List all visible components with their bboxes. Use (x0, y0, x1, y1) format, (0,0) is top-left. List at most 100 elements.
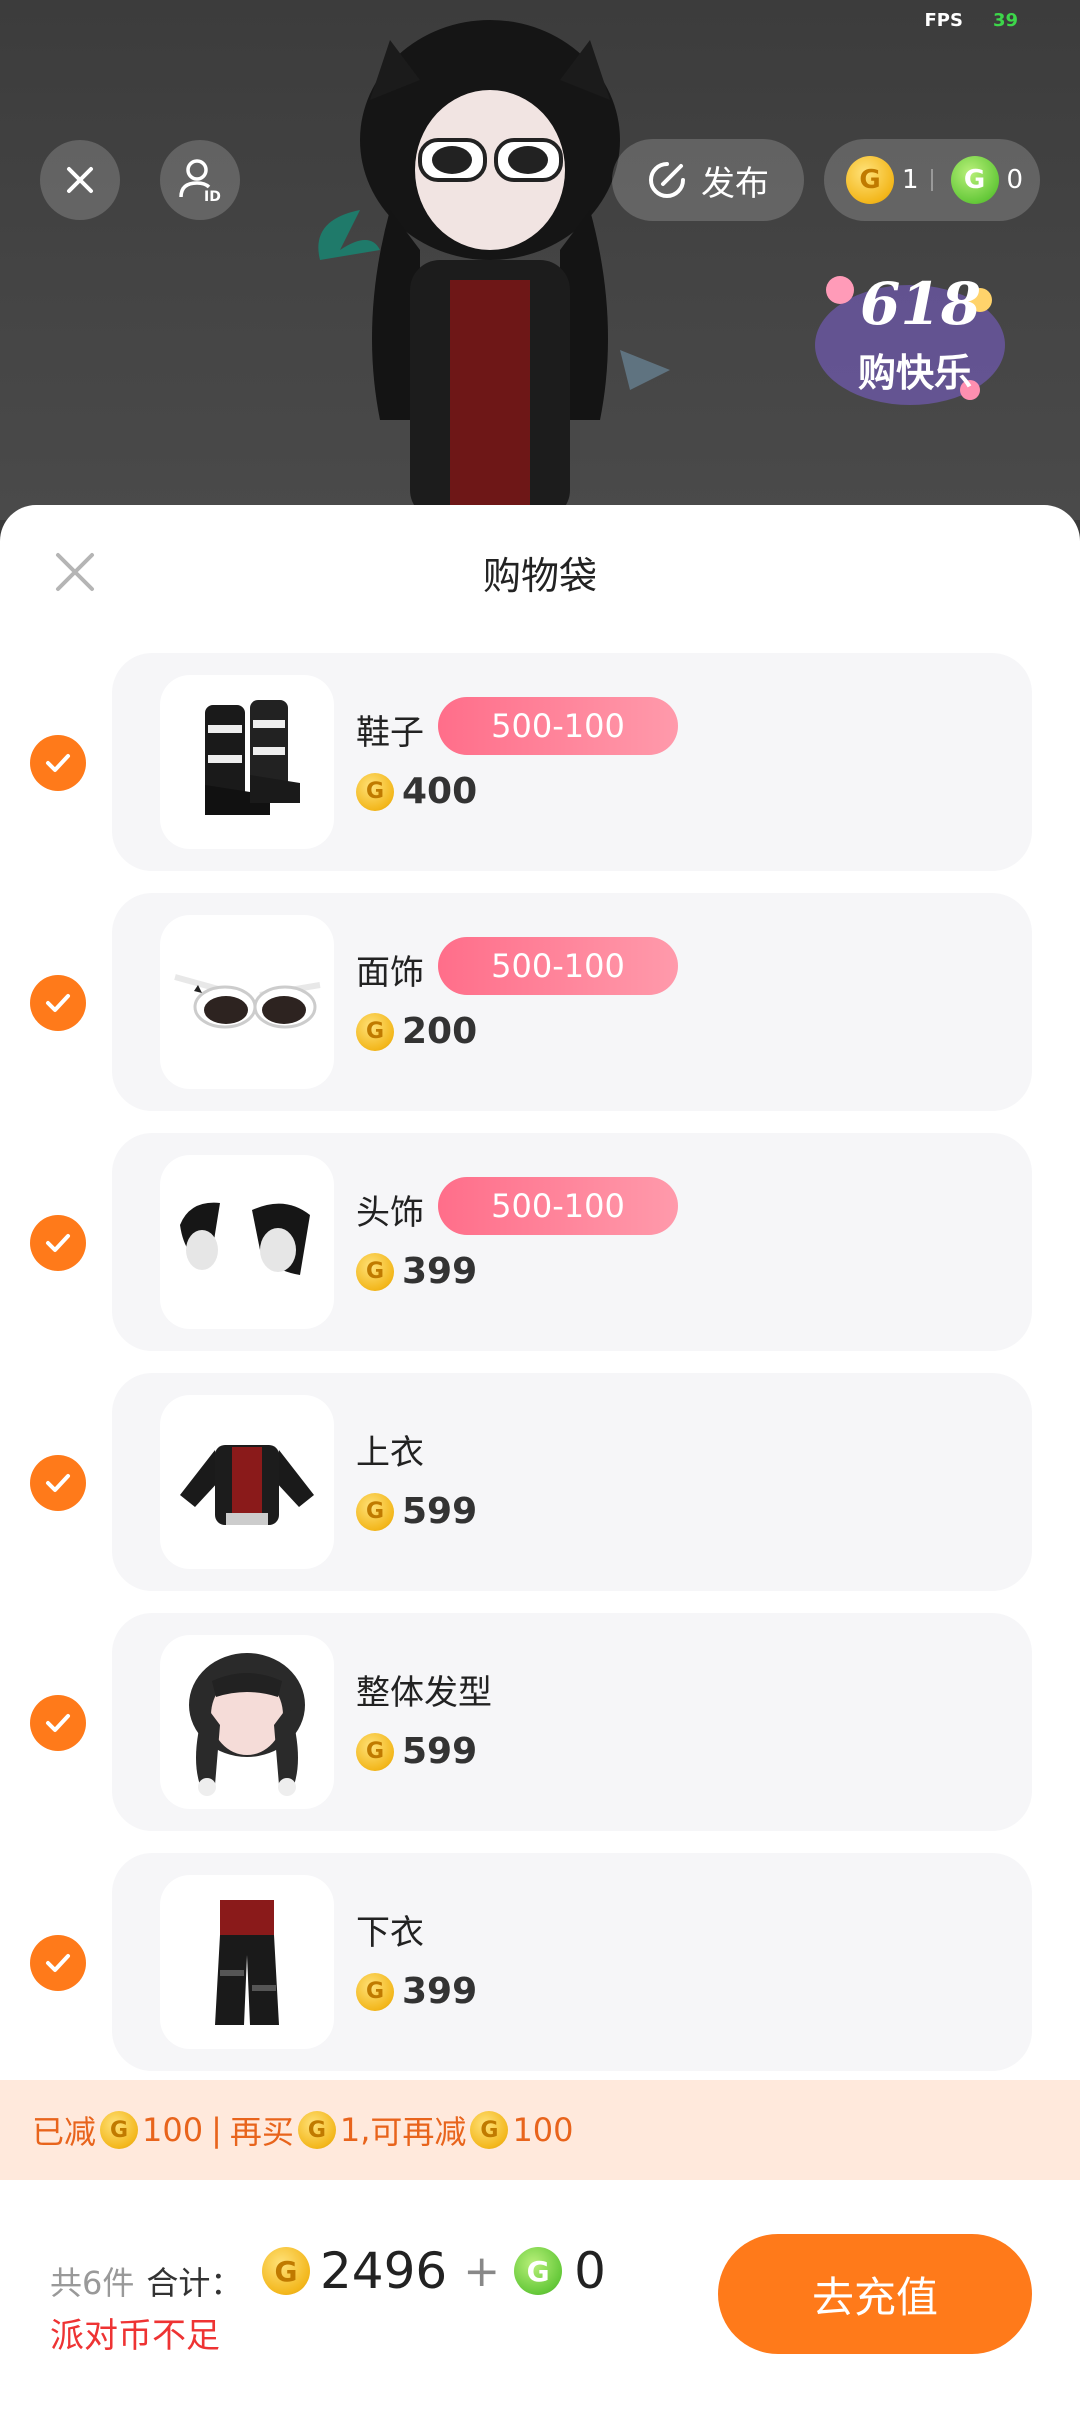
checkout-footer: 共6件 合计： G 2496 + G 0 派对币不足 去充值 (0, 2180, 1080, 2412)
price-value: 599 (402, 1731, 478, 1772)
gold-coin-icon: G (100, 2111, 139, 2149)
total-label: 合计： (146, 2264, 243, 2302)
item-card[interactable]: 鞋子 500-100 G 400 (112, 653, 1032, 871)
avatar-figure-image (318, 20, 670, 520)
item-price: G 399 (356, 1971, 477, 2012)
item-thumbnail (160, 1875, 334, 2049)
avatar-preview-area: FPS 39 ID 发布 G 1 G 0 618 购快乐 (0, 0, 1080, 520)
discount-tag: 500-100 (438, 1177, 678, 1235)
gold-coin-icon: G (470, 2111, 509, 2149)
can-reduce-label: 可再减 (370, 2113, 467, 2151)
item-name: 面饰 (356, 953, 424, 993)
item-name: 鞋子 (356, 713, 424, 753)
fps-counter: FPS 39 (924, 10, 1018, 31)
price-value: 399 (402, 1251, 478, 1292)
promo-618-banner[interactable]: 618 购快乐 (800, 250, 1020, 420)
gold-coin-icon: G (356, 1972, 394, 2011)
item-thumbnail (160, 1155, 334, 1329)
sunglasses-icon (174, 974, 321, 1029)
item-thumbnail (160, 1635, 334, 1809)
item-checkbox[interactable] (30, 1695, 86, 1751)
insufficient-balance-warning: 派对币不足 (50, 2316, 220, 2356)
item-count: 共6件 (50, 2264, 135, 2302)
gold-coin-count: 1 (902, 165, 919, 195)
item-thumbnail (160, 1395, 334, 1569)
fps-label: FPS (924, 10, 963, 31)
cart-item[interactable]: 头饰 500-100 G 399 (0, 1133, 1080, 1351)
item-checkbox[interactable] (30, 975, 86, 1031)
reduced-amount: 100 (142, 2111, 204, 2149)
item-price: G 599 (356, 1731, 477, 1772)
price-value: 400 (402, 771, 478, 812)
ear-muffs-icon (180, 1202, 310, 1275)
item-count-line: 共6件 合计： (50, 2258, 264, 2304)
green-coin-icon: G (514, 2247, 563, 2295)
close-button[interactable] (40, 140, 120, 220)
item-card[interactable]: 下衣 G 399 (112, 1853, 1032, 2071)
separator: | (211, 2111, 222, 2149)
green-coin-total: 0 (574, 2242, 606, 2300)
item-card[interactable]: 面饰 500-100 G 200 (112, 893, 1032, 1111)
item-price: G 400 (356, 771, 477, 812)
item-name: 整体发型 (356, 1673, 492, 1713)
cart-item[interactable]: 下衣 G 399 (0, 1853, 1080, 2071)
green-coin-count: 0 (1006, 165, 1024, 195)
gold-coin-icon: G (356, 772, 394, 811)
discount-tag: 500-100 (438, 937, 678, 995)
item-checkbox[interactable] (30, 1935, 86, 1991)
currency-balance[interactable]: G 1 G 0 (824, 139, 1040, 221)
cart-item[interactable]: 面饰 500-100 G 200 (0, 893, 1080, 1111)
gold-coin-icon: G (262, 2247, 310, 2295)
item-name: 头饰 (356, 1193, 424, 1233)
cart-item[interactable]: 上衣 G 599 (0, 1373, 1080, 1591)
item-thumbnail (160, 915, 334, 1089)
coin-divider (930, 169, 933, 191)
gold-coin-icon: G (846, 156, 894, 204)
item-card[interactable]: 上衣 G 599 (112, 1373, 1032, 1591)
close-icon (67, 167, 93, 193)
check-icon (46, 1474, 70, 1492)
fps-value: 39 (992, 10, 1018, 31)
jacket-icon (180, 1445, 314, 1525)
cart-item[interactable]: 鞋子 500-100 G 400 (0, 653, 1080, 871)
user-id-button[interactable]: ID (160, 140, 240, 220)
cart-item[interactable]: 整体发型 G 599 (0, 1613, 1080, 1831)
item-name: 下衣 (356, 1913, 424, 1953)
item-price: G 200 (356, 1011, 477, 1052)
boots-icon (205, 700, 300, 815)
gold-coin-icon: G (356, 1012, 394, 1051)
publish-label: 发布 (701, 163, 769, 204)
gold-coin-icon: G (297, 2111, 336, 2149)
recharge-button[interactable]: 去充值 (718, 2234, 1032, 2354)
gold-coin-icon: G (356, 1492, 394, 1531)
item-checkbox[interactable] (30, 1455, 86, 1511)
buy-more-label: 再买 (229, 2113, 294, 2151)
price-value: 599 (402, 1491, 478, 1532)
item-price: G 599 (356, 1491, 477, 1532)
pants-icon (215, 1900, 279, 2025)
discount-tag: 500-100 (438, 697, 678, 755)
publish-icon (649, 162, 685, 198)
svg-text:ID: ID (204, 189, 221, 203)
item-name: 上衣 (356, 1433, 424, 1473)
check-icon (46, 1714, 70, 1732)
promo-title: 购快乐 (858, 351, 973, 395)
check-icon (46, 994, 70, 1012)
check-icon (46, 1954, 70, 1972)
green-coin-icon: G (950, 156, 999, 204)
total-value: 2496 (320, 2242, 448, 2300)
plus-sign: + (463, 2245, 501, 2297)
item-card[interactable]: 头饰 500-100 G 399 (112, 1133, 1032, 1351)
item-checkbox[interactable] (30, 735, 86, 791)
item-checkbox[interactable] (30, 1215, 86, 1271)
item-price: G 399 (356, 1251, 477, 1292)
item-card[interactable]: 整体发型 G 599 (112, 1613, 1032, 1831)
discount-info-bar: 已减 G 100 | 再买 G 1, 可再减 G 100 (0, 2080, 1080, 2180)
publish-button[interactable]: 发布 (612, 139, 804, 221)
total-amount: G 2496 + G 0 (262, 2242, 606, 2300)
price-value: 200 (402, 1011, 478, 1052)
buy-more-amount: 1, (339, 2111, 371, 2149)
check-icon (46, 754, 70, 772)
gold-coin-icon: G (356, 1732, 394, 1771)
gold-coin-icon: G (356, 1252, 394, 1291)
